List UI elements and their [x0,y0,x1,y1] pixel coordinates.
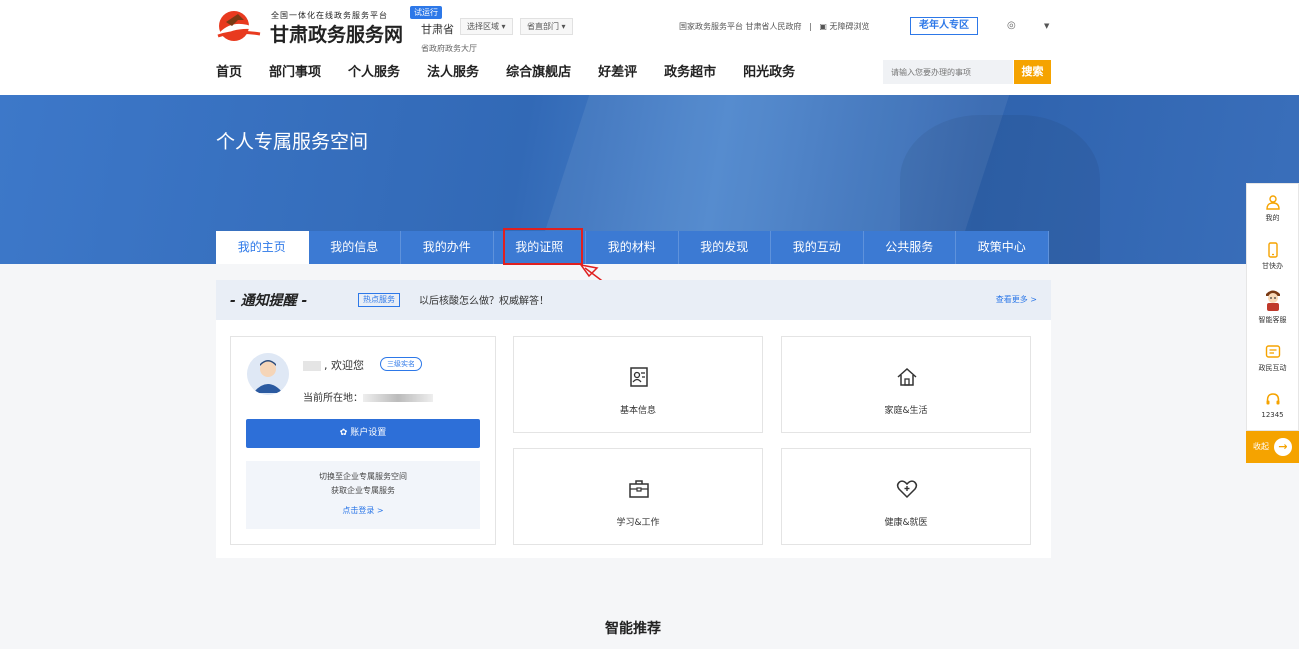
national-platform-link[interactable]: 国家政务服务平台 [679,22,743,31]
health-heart-icon [896,480,918,499]
link-separator: | [809,22,812,31]
user-menu-icon[interactable]: ◎ [1007,20,1016,31]
user-card: , 欢迎您 三级实名 当前所在地： ✿ 账户设置 切换至企业专属服务空间 获取企… [230,336,496,545]
top-header: 全国一体化在线政务服务平台 试运行 甘肃政务服务网 甘肃省 选择区域 ▾ 省直部… [0,0,1299,95]
elder-zone-button[interactable]: 老年人专区 [910,17,978,35]
welcome-label: , 欢迎您 [324,359,364,372]
message-icon [1265,345,1280,358]
account-settings-label: 账户设置 [350,428,387,438]
verification-level-badge: 三级实名 [380,357,422,371]
location-redacted [363,394,433,402]
sidebar-item-gankuaiban[interactable]: 甘快办 [1247,242,1298,271]
avatar-icon [247,353,289,395]
gear-icon: ✿ [339,428,348,438]
page-scrollbar[interactable] [1293,0,1299,649]
enterprise-switch-box: 切换至企业专属服务空间 获取企业专属服务 点击登录 > [246,461,480,529]
accessible-link[interactable]: 无障碍浏览 [829,22,869,31]
main-nav: 首页 部门事项 个人服务 法人服务 综合旗舰店 好差评 政务超市 阳光政务 [216,64,822,84]
service-card-health[interactable]: 健康&就医 [781,448,1031,545]
tab-policy[interactable]: 政策中心 [956,231,1049,264]
briefcase-icon [629,480,649,498]
search-input[interactable] [883,60,1013,84]
account-settings-button[interactable]: ✿ 账户设置 [246,419,480,448]
avatar[interactable] [247,353,289,395]
sidebar-item-12345[interactable]: 12345 [1247,392,1298,419]
service-label: 家庭&生活 [884,406,928,416]
switch-line-1: 切换至企业专属服务空间 [319,472,407,481]
tab-cases[interactable]: 我的办件 [401,231,494,264]
nav-item-legal[interactable]: 法人服务 [427,64,479,84]
arrow-right-icon: → [1274,438,1292,456]
notice-bar: - 通知提醒 - 热点服务 以后核酸怎么做？权威解答！ 查看更多 > [216,280,1051,320]
notice-title: - 通知提醒 - [230,293,308,309]
nav-item-sunshine[interactable]: 阳光政务 [743,64,795,84]
nav-item-departments[interactable]: 部门事项 [269,64,321,84]
hot-service-tag: 热点服务 [358,293,400,307]
service-label: 健康&就医 [884,518,928,528]
notice-link[interactable]: 以后核酸怎么做？权威解答！ [419,292,549,307]
nav-item-rating[interactable]: 好差评 [598,64,637,84]
sidebar-item-interaction[interactable]: 政民互动 [1247,344,1298,373]
tab-licenses[interactable]: 我的证照 [493,231,586,264]
tab-info[interactable]: 我的信息 [308,231,401,264]
sidebar-item-mine[interactable]: 我的 [1247,194,1298,223]
user-menu-caret-icon[interactable]: ▼ [1044,22,1049,30]
service-card-study-work[interactable]: 学习&工作 [513,448,763,545]
tab-home[interactable]: 我的主页 [216,231,309,264]
service-label: 基本信息 [619,406,656,416]
notice-more-link[interactable]: 查看更多 > [996,294,1037,305]
nav-item-personal[interactable]: 个人服务 [348,64,400,84]
service-label: 学习&工作 [616,518,660,528]
tab-discover[interactable]: 我的发现 [678,231,771,264]
switch-line-2: 获取企业专属服务 [331,486,395,495]
page-title: 个人专属服务空间 [216,131,369,153]
sidebar-item-label: 政民互动 [1258,364,1287,372]
user-name-redacted [303,361,321,371]
chevron-down-icon: ▾ [501,22,506,31]
tab-interaction[interactable]: 我的互动 [771,231,864,264]
site-title[interactable]: 甘肃政务服务网 [270,20,403,47]
service-card-basic-info[interactable]: 基本信息 [513,336,763,433]
home-icon [897,367,917,386]
tab-public-service[interactable]: 公共服务 [863,231,956,264]
chevron-down-icon: ▾ [561,22,566,31]
dept-select-label: 省直部门 [527,22,559,31]
sidebar-item-label: 智能客服 [1258,316,1287,324]
enterprise-login-link[interactable]: 点击登录 > [246,506,480,516]
service-card-home-life[interactable]: 家庭&生活 [781,336,1031,433]
section-title-recommend: 智能推荐 [605,621,661,637]
accessible-icon: ▣ [819,22,827,31]
sidebar-item-smart-service[interactable]: 智能客服 [1247,288,1298,325]
dept-select[interactable]: 省直部门 ▾ [520,18,573,35]
trial-badge: 试运行 [410,6,442,19]
header-links: 国家政务服务平台 甘肃省人民政府 | ▣ 无障碍浏览 [679,21,869,32]
gov-hall-link[interactable]: 省政府政务大厅 [421,43,477,54]
robot-icon [1265,290,1280,311]
search-button[interactable]: 搜索 [1014,60,1051,84]
floating-sidebar: 我的 甘快办 智能客服 政民互动 12345 [1246,183,1299,431]
gov-link[interactable]: 甘肃省人民政府 [746,22,802,31]
user-icon [1265,195,1280,210]
region-select-label: 选择区域 [467,22,499,31]
province-label: 甘肃省 [421,23,454,36]
mobile-icon [1267,242,1278,258]
location-text: 当前所在地： [303,389,433,404]
sidebar-item-label: 甘快办 [1262,262,1283,270]
site-logo-icon[interactable] [216,8,262,44]
nav-item-flagship[interactable]: 综合旗舰店 [506,64,571,84]
welcome-text: , 欢迎您 [303,357,364,373]
sidebar-collapse-button[interactable]: 收起 → [1246,431,1299,463]
region-select[interactable]: 选择区域 ▾ [460,18,513,35]
collapse-label: 收起 [1253,442,1269,451]
sidebar-item-label: 12345 [1261,411,1284,419]
headset-icon [1266,393,1279,405]
nav-item-home[interactable]: 首页 [216,64,242,84]
sidebar-item-label: 我的 [1265,214,1280,222]
nav-item-market[interactable]: 政务超市 [664,64,716,84]
id-card-icon [630,367,648,387]
location-label: 当前所在地： [303,393,363,404]
